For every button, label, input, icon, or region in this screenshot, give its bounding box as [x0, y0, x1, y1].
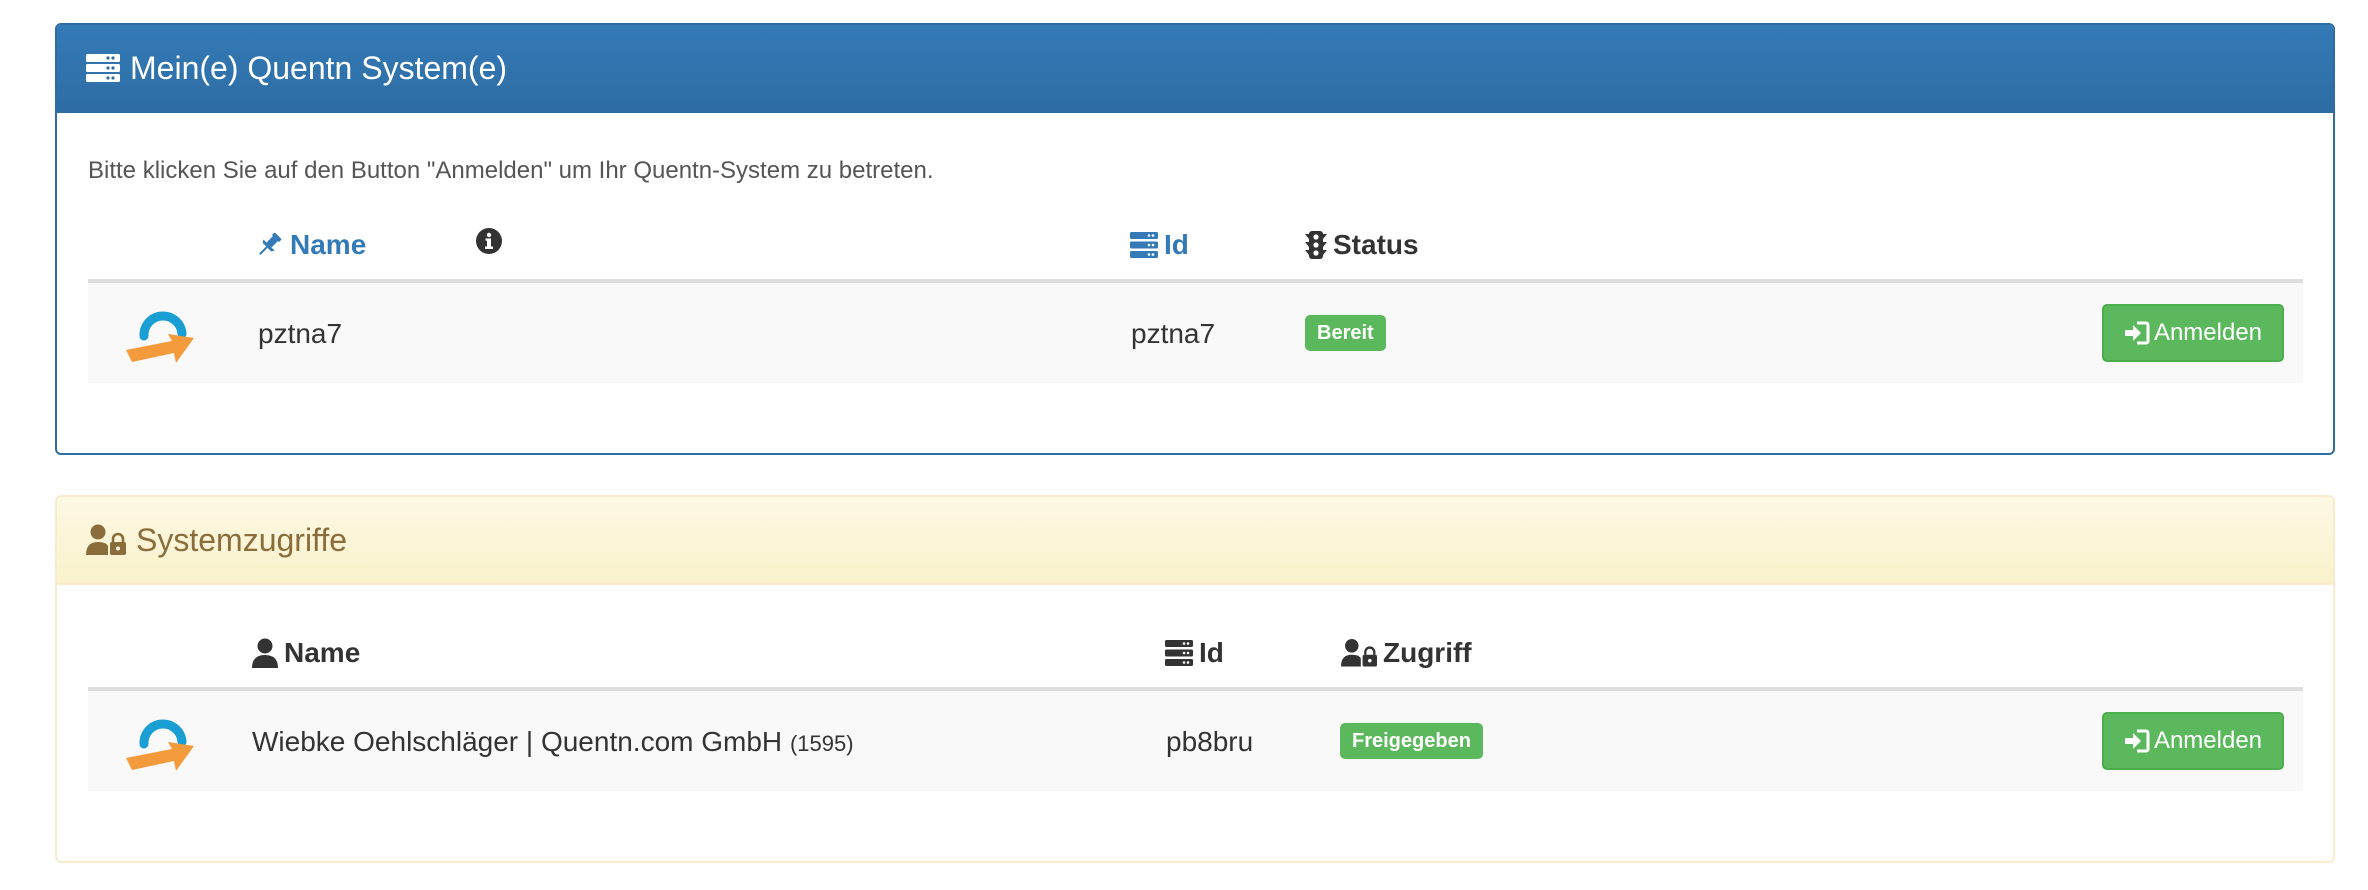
column-header-name: Name	[252, 637, 360, 669]
panel-title: Systemzugriffe	[136, 521, 348, 558]
table-row: pztna7 pztna7 Bereit Anmelden	[88, 283, 2303, 383]
column-header-access: Zugriff	[1341, 637, 1472, 669]
quentn-logo-icon	[124, 704, 198, 781]
panel-title: Mein(e) Quentn System(e)	[130, 49, 508, 86]
access-user-name-text: Wiebke Oehlschläger | Quentn.com GmbH	[252, 726, 783, 757]
column-header-id[interactable]: Id	[1130, 229, 1189, 261]
column-header-status-label: Status	[1333, 229, 1419, 260]
user-lock-icon	[1341, 638, 1377, 668]
panel-heading: Systemzugriffe	[57, 497, 2333, 585]
access-user-id: (1595)	[789, 731, 854, 756]
access-system-id: pb8bru	[1166, 726, 1254, 757]
system-access-panel: Systemzugriffe Name Id Zugriff Wiebke Oe…	[55, 495, 2335, 863]
login-button-label: Anmelden	[2153, 727, 2263, 754]
access-user-name: Wiebke Oehlschläger | Quentn.com GmbH (1…	[252, 726, 854, 758]
column-header-name-label: Name	[284, 637, 361, 668]
user-icon	[252, 638, 278, 668]
info-icon[interactable]	[475, 227, 503, 255]
sign-in-icon	[2124, 321, 2150, 345]
column-header-name[interactable]: Name	[254, 229, 366, 261]
my-systems-panel: Mein(e) Quentn System(e) Bitte klicken S…	[55, 23, 2335, 455]
server-icon	[86, 54, 120, 82]
login-button[interactable]: Anmelden	[2102, 712, 2284, 770]
thumbtack-icon	[254, 230, 284, 260]
system-name: pztna7	[258, 318, 343, 349]
column-header-id-label: Id	[1164, 229, 1189, 260]
login-button-label: Anmelden	[2153, 319, 2263, 346]
traffic-light-icon	[1305, 230, 1327, 260]
access-badge: Freigegeben	[1340, 723, 1483, 759]
sign-in-icon	[2124, 729, 2150, 753]
column-header-access-label: Zugriff	[1383, 637, 1472, 668]
column-header-name-label: Name	[290, 229, 367, 260]
server-icon	[1130, 232, 1158, 258]
column-header-id: Id	[1165, 637, 1224, 669]
column-header-status: Status	[1305, 229, 1419, 261]
status-badge: Bereit	[1305, 315, 1386, 351]
panel-heading: Mein(e) Quentn System(e)	[57, 25, 2333, 113]
table-row: Wiebke Oehlschläger | Quentn.com GmbH (1…	[88, 691, 2303, 791]
quentn-logo-icon	[124, 296, 198, 373]
intro-text: Bitte klicken Sie auf den Button "Anmeld…	[88, 157, 934, 184]
server-icon	[1165, 640, 1193, 666]
login-button[interactable]: Anmelden	[2102, 304, 2284, 362]
column-header-id-label: Id	[1199, 637, 1224, 668]
user-lock-icon	[86, 524, 126, 556]
system-id: pztna7	[1131, 318, 1216, 349]
